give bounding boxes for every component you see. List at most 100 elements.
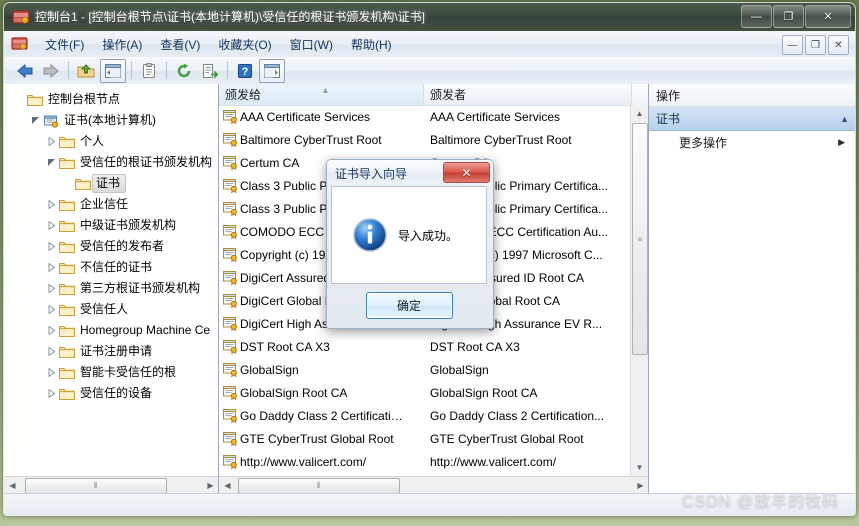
- cell-issued-to-text: GlobalSign Root CA: [240, 385, 348, 400]
- expander-collapsed-icon[interactable]: [44, 194, 58, 215]
- expander-collapsed-icon[interactable]: [44, 257, 58, 278]
- column-issued-to[interactable]: 颁发给 ▲: [219, 84, 424, 105]
- table-row[interactable]: AAA Certificate Services AAA Certificate …: [219, 105, 632, 128]
- show-action-pane-icon[interactable]: [259, 58, 285, 83]
- export-list-icon[interactable]: [198, 60, 222, 82]
- table-row[interactable]: GlobalSign GlobalSign: [219, 358, 632, 381]
- table-row[interactable]: Baltimore CyberTrust Root Baltimore Cyber…: [219, 128, 632, 151]
- list-horizontal-scrollbar[interactable]: ◀ ⦀ ▶: [219, 476, 648, 493]
- expander-expanded-icon[interactable]: [44, 152, 58, 173]
- mdi-minimize-button[interactable]: —: [782, 35, 803, 55]
- table-row[interactable]: GTE CyberTrust Global Root GTE CyberTrust…: [219, 427, 632, 450]
- tree-node[interactable]: Homegroup Machine Ce: [4, 320, 217, 341]
- expander-collapsed-icon[interactable]: [44, 215, 58, 236]
- back-icon[interactable]: [13, 60, 37, 82]
- list-hscroll-thumb[interactable]: ⦀: [238, 478, 400, 493]
- tree-scroll-thumb[interactable]: ⦀: [25, 478, 167, 493]
- tree-node[interactable]: 个人: [4, 131, 217, 152]
- cell-issued-to: DST Root CA X3: [219, 339, 424, 355]
- toolbar-separator: [166, 62, 167, 79]
- folder-icon: [58, 299, 76, 320]
- cell-issued-to-text: AAA Certificate Services: [240, 109, 371, 124]
- properties-icon[interactable]: [137, 60, 161, 82]
- tree-node[interactable]: 证书注册申请: [4, 341, 217, 362]
- mdi-close-button[interactable]: ✕: [828, 35, 849, 55]
- refresh-icon[interactable]: [172, 60, 196, 82]
- tree-node[interactable]: 受信任的设备: [4, 383, 217, 404]
- menu-help[interactable]: 帮助(H): [342, 33, 401, 56]
- table-row[interactable]: Go Daddy Class 2 Certificati… Go Daddy Cl…: [219, 404, 632, 427]
- tree-node[interactable]: 受信任的发布者: [4, 236, 217, 257]
- cell-issued-to: GTE CyberTrust Global Root: [219, 431, 424, 447]
- cell-issued-to: http://www.valicert.com/: [219, 454, 424, 470]
- chevron-up-icon[interactable]: ▲: [840, 114, 849, 124]
- expander-collapsed-icon[interactable]: [44, 131, 58, 152]
- cell-issued-by: http://www.valicert.com/: [430, 454, 557, 469]
- expander-collapsed-icon[interactable]: [44, 236, 58, 257]
- list-scroll-up-arrow[interactable]: ▲: [631, 105, 648, 122]
- actions-group-certificates[interactable]: 证书 ▲: [649, 107, 855, 131]
- expander-collapsed-icon[interactable]: [44, 320, 58, 341]
- tree-node[interactable]: 企业信任: [4, 194, 217, 215]
- tree-node[interactable]: 受信任的根证书颁发机构: [4, 152, 217, 173]
- tree-scroll-track[interactable]: ⦀: [21, 477, 202, 493]
- list-scroll-left-arrow[interactable]: ◀: [219, 477, 236, 493]
- menu-view[interactable]: 查看(V): [151, 33, 209, 56]
- cell-issued-by: Baltimore CyberTrust Root: [430, 132, 572, 147]
- cell-issued-to-text: GTE CyberTrust Global Root: [240, 431, 394, 446]
- help-icon[interactable]: ?: [233, 60, 257, 82]
- certificate-icon: [222, 385, 238, 401]
- menu-window[interactable]: 窗口(W): [281, 33, 342, 56]
- list-scroll-right-arrow[interactable]: ▶: [632, 477, 648, 493]
- certificate-icon: [222, 339, 238, 355]
- tree-node-label: 第三方根证书颁发机构: [80, 281, 201, 295]
- tree-scroll-right-arrow[interactable]: ▶: [202, 477, 218, 493]
- forward-icon[interactable]: [39, 60, 63, 82]
- tree-node-label: 控制台根节点: [48, 92, 121, 106]
- table-row[interactable]: DST Root CA X3 DST Root CA X3: [219, 335, 632, 358]
- folder-icon: [58, 215, 76, 236]
- tree-node[interactable]: 控制台根节点: [4, 89, 217, 110]
- minimize-button[interactable]: —: [741, 5, 772, 28]
- cell-issued-by: DST Root CA X3: [430, 339, 520, 354]
- column-issued-by[interactable]: 颁发者: [424, 84, 632, 105]
- tree-node[interactable]: 不信任的证书: [4, 257, 217, 278]
- tree-node[interactable]: 受信任人: [4, 299, 217, 320]
- tree-node[interactable]: 证书: [4, 173, 217, 194]
- tree-node-label: 受信任人: [80, 302, 129, 316]
- window-title: 控制台1 - [控制台根节点\证书(本地计算机)\受信任的根证书颁发机构\证书]: [35, 10, 426, 24]
- folder-icon: [58, 341, 76, 362]
- tree-horizontal-scrollbar[interactable]: ◀ ⦀ ▶: [4, 476, 218, 493]
- dialog-close-button[interactable]: ✕: [443, 162, 490, 183]
- action-more-actions[interactable]: 更多操作 ▶: [649, 131, 855, 154]
- list-scroll-down-arrow[interactable]: ▼: [631, 459, 648, 476]
- expander-collapsed-icon[interactable]: [44, 341, 58, 362]
- expander-collapsed-icon[interactable]: [44, 362, 58, 383]
- expander-collapsed-icon[interactable]: [44, 278, 58, 299]
- maximize-button[interactable]: ❐: [773, 5, 804, 28]
- dialog-ok-button[interactable]: 确定: [365, 291, 453, 319]
- close-button[interactable]: ✕: [805, 5, 851, 28]
- tree-node[interactable]: 证书(本地计算机): [4, 110, 217, 131]
- expander-collapsed-icon[interactable]: [44, 299, 58, 320]
- cell-issued-by: Go Daddy Class 2 Certification...: [430, 408, 605, 423]
- tree-node[interactable]: 智能卡受信任的根: [4, 362, 217, 383]
- expander-expanded-icon[interactable]: [28, 110, 42, 131]
- expander-none: [60, 173, 74, 194]
- expander-collapsed-icon[interactable]: [44, 383, 58, 404]
- menu-file[interactable]: 文件(F): [36, 33, 93, 56]
- tree-node[interactable]: 第三方根证书颁发机构: [4, 278, 217, 299]
- up-folder-icon[interactable]: [74, 60, 98, 82]
- menu-favorites[interactable]: 收藏夹(O): [209, 33, 280, 56]
- table-row[interactable]: http://www.valicert.com/http://www.valic…: [219, 450, 632, 473]
- info-icon: [352, 217, 388, 253]
- tree-node[interactable]: 中级证书颁发机构: [4, 215, 217, 236]
- list-scroll-track[interactable]: ⦀: [236, 477, 632, 493]
- menu-action[interactable]: 操作(A): [93, 33, 151, 56]
- tree-scroll-left-arrow[interactable]: ◀: [4, 477, 21, 493]
- show-hide-tree-icon[interactable]: [100, 58, 126, 83]
- list-scroll-thumb[interactable]: ≡: [632, 123, 648, 355]
- mdi-restore-button[interactable]: ❐: [805, 35, 826, 55]
- list-vertical-scrollbar[interactable]: ▲ ≡ ▼: [630, 105, 648, 476]
- table-row[interactable]: GlobalSign Root CA GlobalSign Root CA: [219, 381, 632, 404]
